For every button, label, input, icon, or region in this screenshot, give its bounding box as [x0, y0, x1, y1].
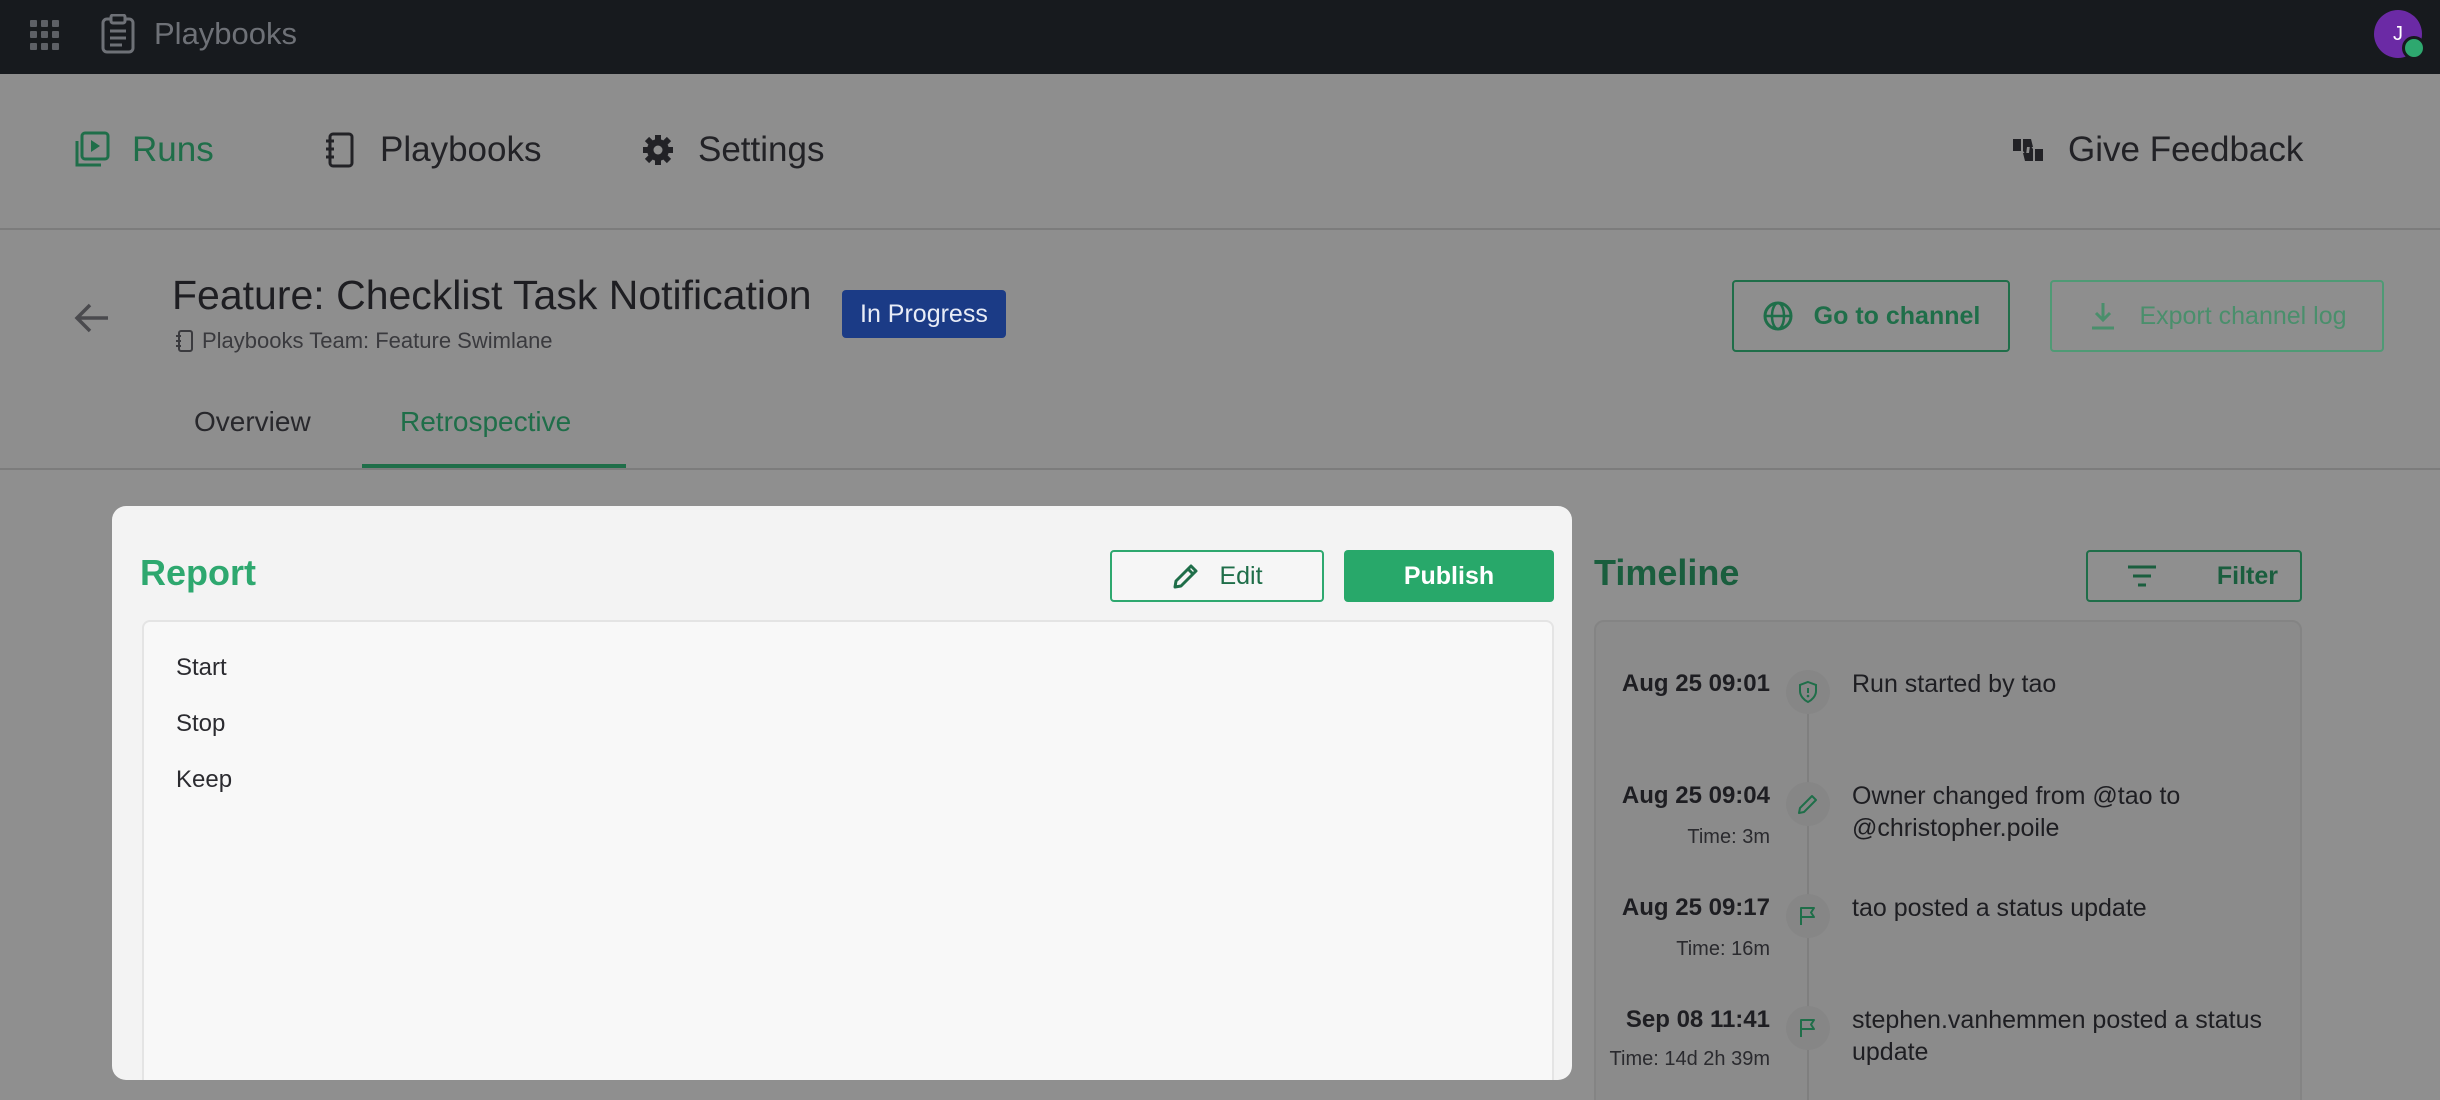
run-subtitle-label: Playbooks Team: Feature Swimlane	[202, 328, 553, 353]
timeline-title: Timeline	[1594, 552, 1740, 593]
report-card: Report Edit Publish Start Stop Keep	[112, 506, 1572, 1080]
timeline-event-duration: Time: 16m	[1676, 938, 1770, 960]
playbook-icon	[176, 330, 193, 352]
runs-icon	[75, 131, 110, 167]
globe-icon	[1763, 301, 1793, 331]
gear-icon	[643, 135, 673, 165]
pencil-icon	[1786, 782, 1830, 826]
global-header: Playbooks J	[0, 0, 2440, 74]
report-body: Start Stop Keep	[142, 620, 1554, 1080]
tab-overview[interactable]: Overview	[194, 406, 311, 438]
app-grid-icon[interactable]	[30, 20, 60, 50]
run-header: Feature: Checklist Task Notification Pla…	[0, 230, 2440, 470]
give-feedback-button[interactable]: Give Feedback	[2010, 130, 2303, 170]
report-line-start: Start	[176, 654, 227, 681]
filter-icon	[2128, 565, 2156, 587]
clipboard-icon	[101, 14, 135, 54]
filter-button[interactable]: Filter	[2086, 550, 2302, 602]
nav-settings-label: Settings	[698, 130, 825, 169]
timeline-event-text: Owner changed from @tao to @christopher.…	[1852, 782, 2181, 842]
nav-settings[interactable]: Settings	[640, 130, 824, 170]
timeline-event-duration: Time: 3m	[1687, 826, 1770, 848]
go-to-channel-label: Go to channel	[1813, 301, 1981, 330]
tab-retrospective[interactable]: Retrospective	[400, 406, 571, 438]
run-title: Feature: Checklist Task Notification	[172, 272, 812, 318]
status-badge: In Progress	[842, 290, 1006, 338]
app-name: Playbooks	[154, 16, 298, 51]
export-channel-log-button[interactable]: Export channel log	[2050, 280, 2384, 352]
online-status-icon	[2402, 36, 2426, 60]
publish-button[interactable]: Publish	[1344, 550, 1554, 602]
download-icon	[2092, 303, 2115, 330]
timeline-event-text: stephen.vanhemmen posted a status update	[1852, 1006, 2262, 1066]
report-line-stop: Stop	[176, 710, 226, 737]
back-arrow-icon[interactable]	[72, 298, 112, 338]
playbooks-nav: Runs Playbooks Settings Give Feedback	[0, 74, 2440, 230]
report-line-keep: Keep	[176, 766, 233, 793]
export-channel-log-label: Export channel log	[2139, 301, 2347, 330]
timeline-event-duration: Time: 14d 2h 39m	[1609, 1048, 1770, 1070]
edit-report-button[interactable]: Edit	[1110, 550, 1324, 602]
give-feedback-label: Give Feedback	[2068, 130, 2304, 169]
active-tab-indicator	[362, 464, 626, 468]
nav-playbooks-label: Playbooks	[380, 130, 542, 169]
run-playbook-link[interactable]: Playbooks Team: Feature Swimlane	[174, 328, 553, 354]
timeline-event-text: Run started by tao	[1852, 670, 2057, 698]
thumbs-feedback-icon	[2013, 139, 2043, 161]
go-to-channel-button[interactable]: Go to channel	[1732, 280, 2010, 352]
pencil-icon	[1173, 564, 1198, 589]
nav-playbooks[interactable]: Playbooks	[322, 130, 541, 170]
shield-icon	[1786, 670, 1830, 714]
edit-label: Edit	[1219, 561, 1263, 590]
nav-runs[interactable]: Runs	[74, 130, 214, 170]
filter-label: Filter	[2216, 561, 2278, 590]
timeline-event-date: Aug 25 09:01	[1621, 670, 1770, 697]
report-title: Report	[140, 552, 256, 593]
nav-runs-label: Runs	[132, 130, 214, 169]
flag-icon	[1786, 1006, 1830, 1050]
timeline-event-text: tao posted a status update	[1852, 894, 2147, 922]
timeline-event-date: Aug 25 09:17	[1621, 894, 1770, 921]
timeline-event-date: Sep 08 11:41	[1625, 1006, 1770, 1033]
playbook-icon	[326, 132, 354, 168]
timeline-event-date: Aug 25 09:04	[1621, 782, 1770, 809]
flag-icon	[1786, 894, 1830, 938]
